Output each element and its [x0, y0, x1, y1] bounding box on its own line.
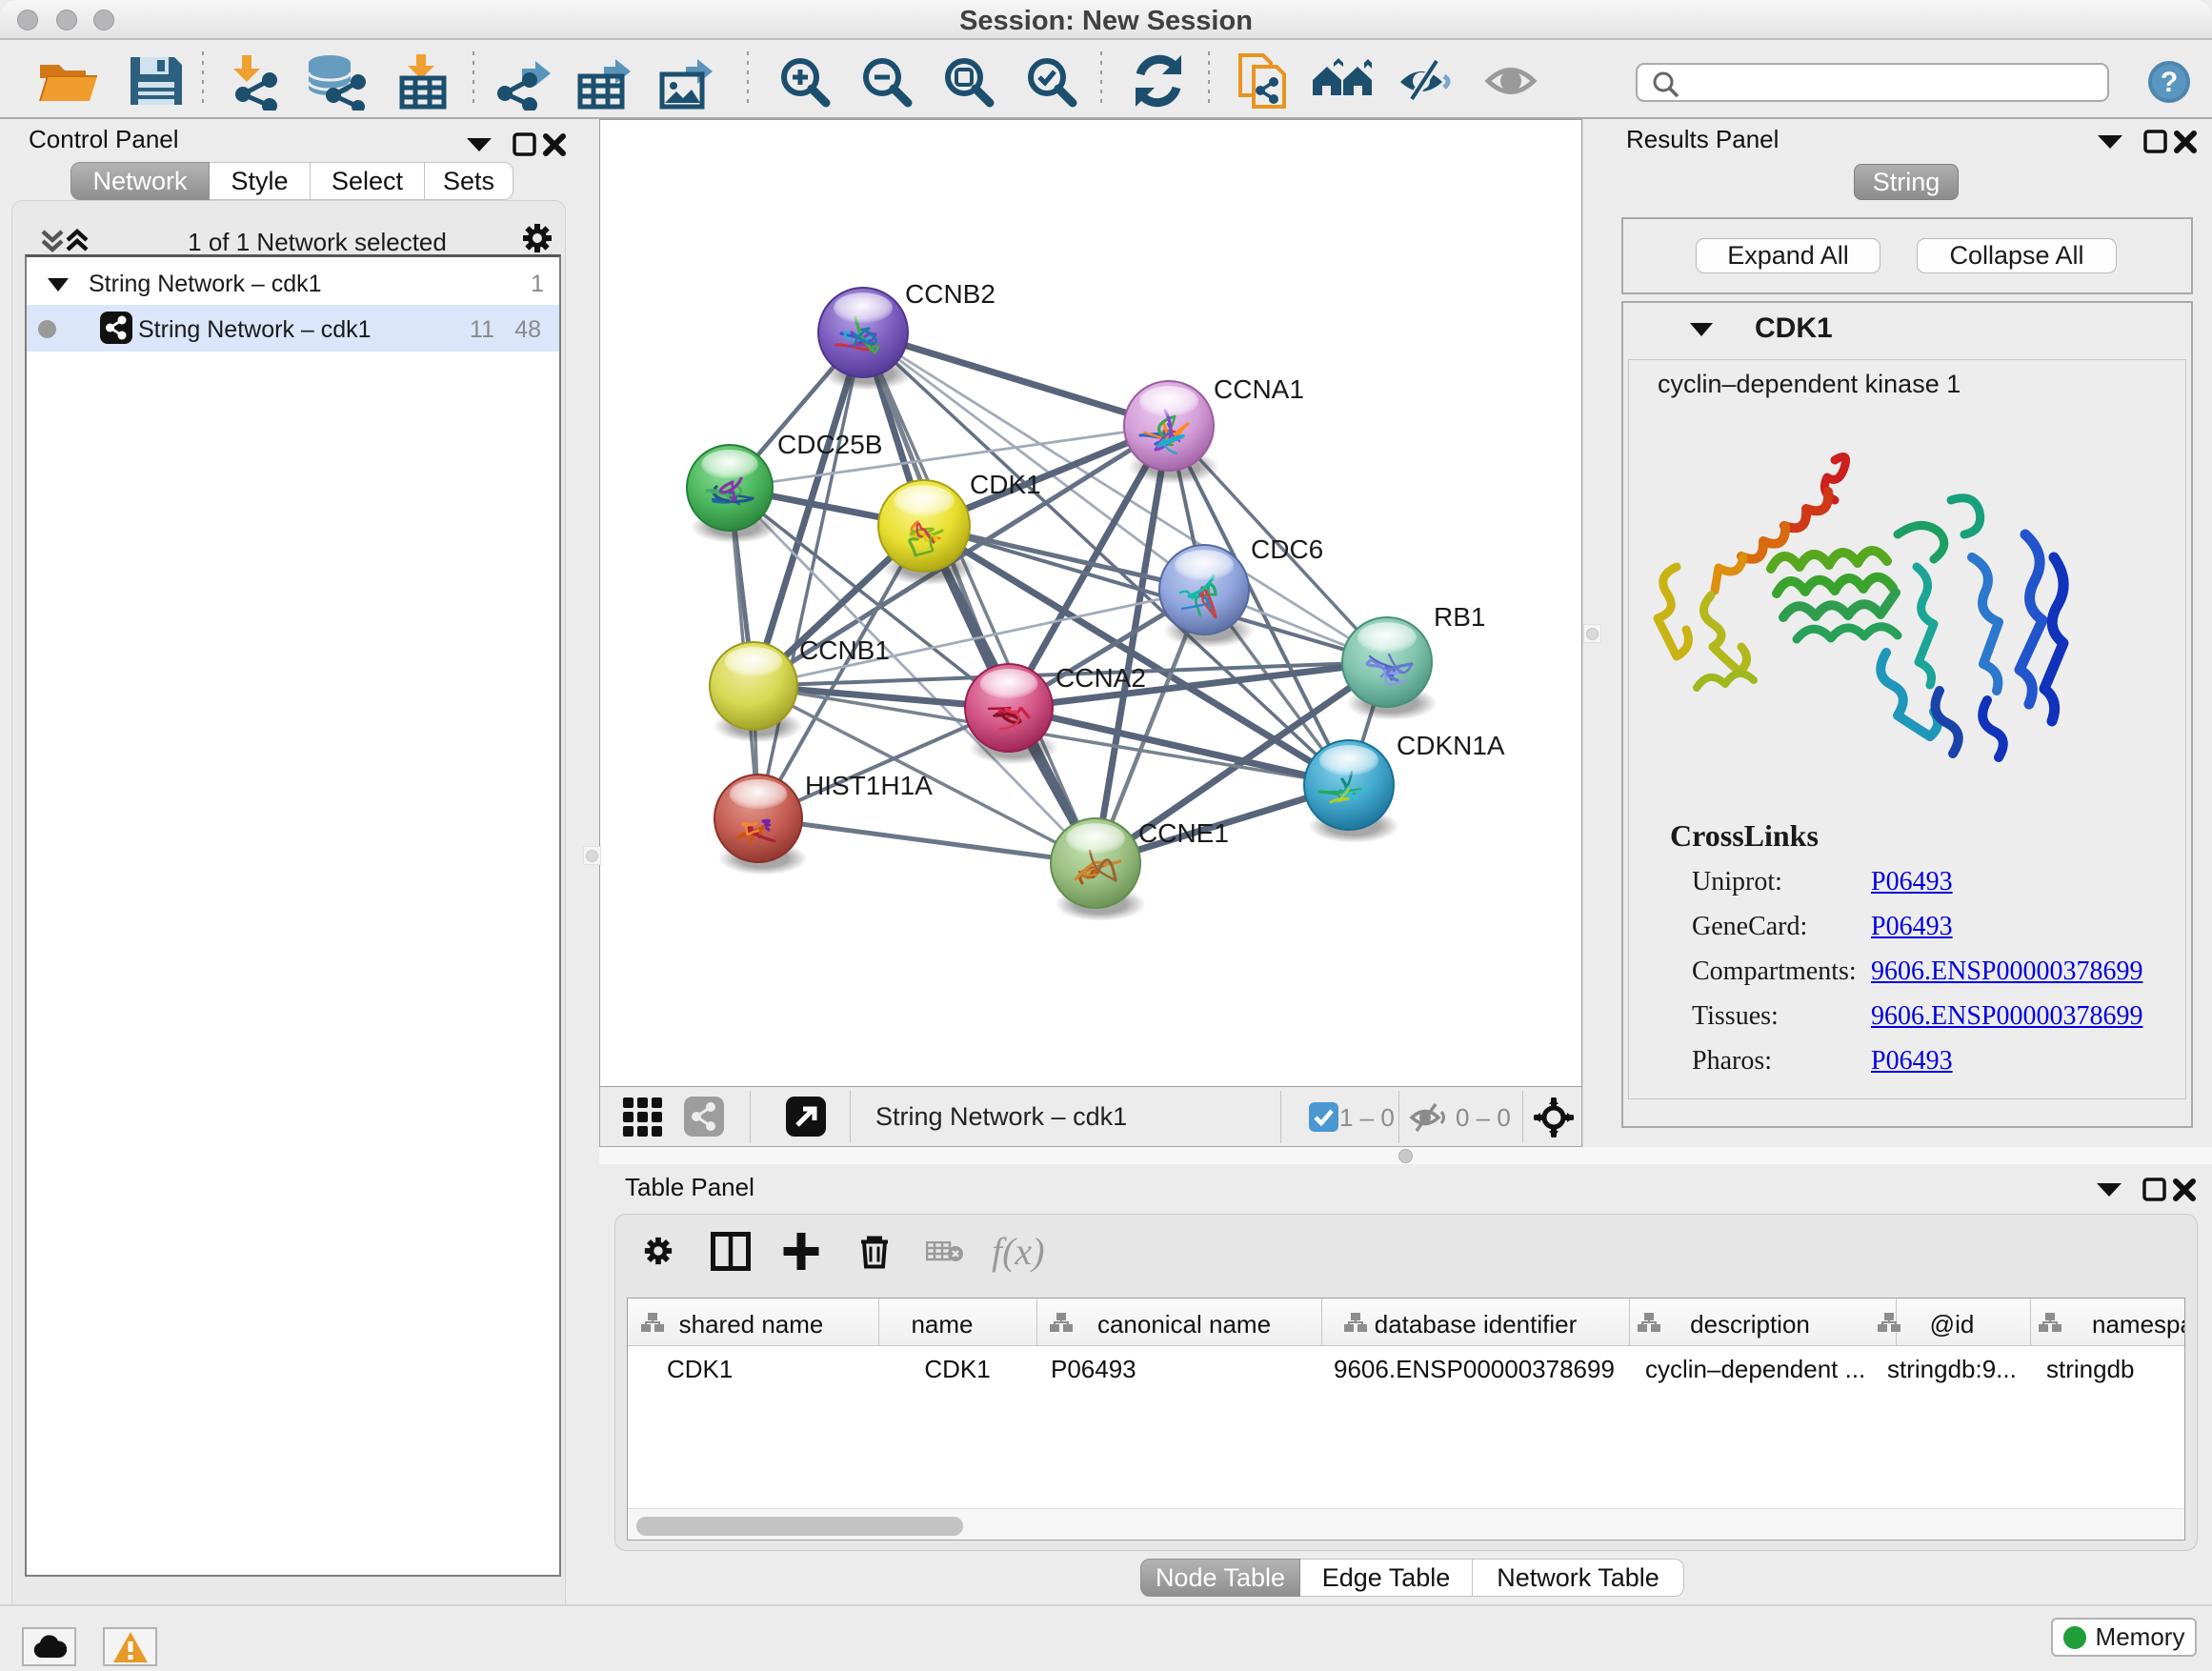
svg-text:CCNB1: CCNB1 [799, 635, 890, 665]
svg-text:CDK1: CDK1 [970, 470, 1041, 499]
svg-text:CDC6: CDC6 [1251, 534, 1323, 564]
svg-text:CCNA1: CCNA1 [1214, 374, 1304, 404]
svg-text:HIST1H1A: HIST1H1A [805, 771, 933, 800]
svg-text:CCNB2: CCNB2 [905, 279, 995, 309]
svg-text:CDKN1A: CDKN1A [1397, 731, 1505, 760]
svg-text:RB1: RB1 [1434, 602, 1485, 632]
svg-text:CCNA2: CCNA2 [1056, 663, 1146, 693]
svg-text:?: ? [2161, 67, 2178, 98]
svg-text:CCNE1: CCNE1 [1138, 818, 1229, 848]
svg-text:CDC25B: CDC25B [777, 430, 882, 459]
